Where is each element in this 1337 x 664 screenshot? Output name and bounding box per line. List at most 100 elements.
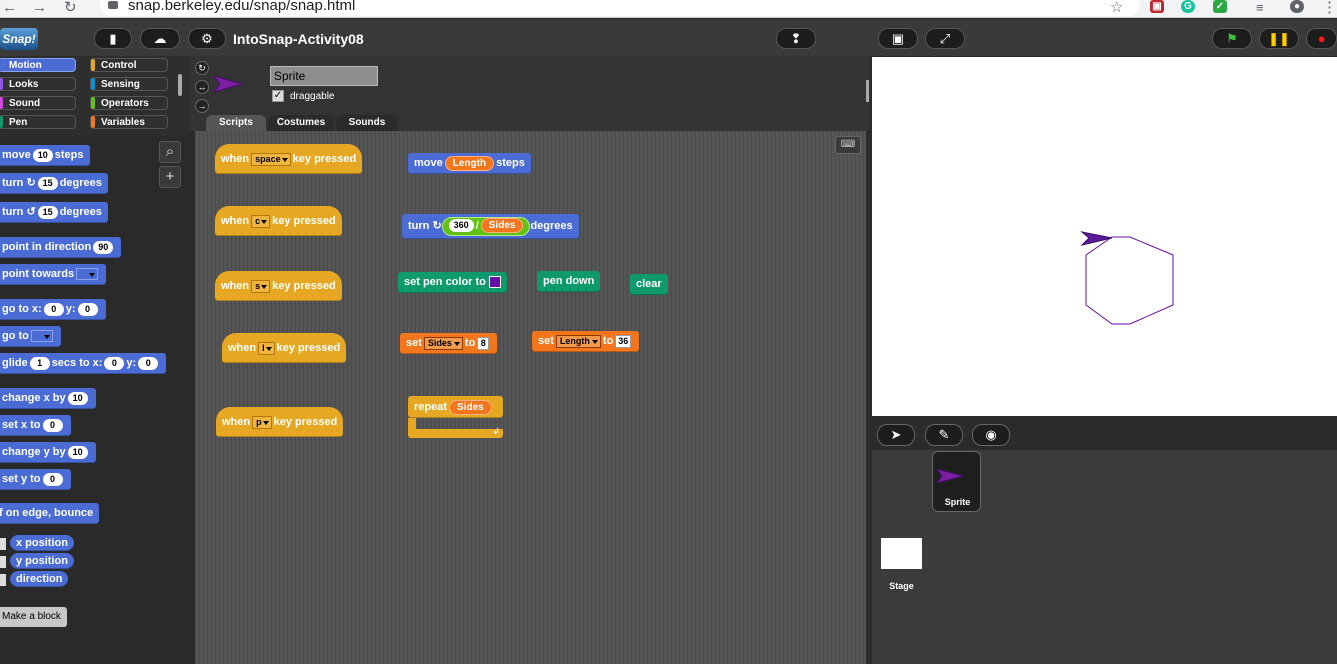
palette-glide-block[interactable]: glide 1 secs to x: 0 y: 0 [0, 353, 167, 374]
key-dropdown[interactable]: c [251, 214, 271, 228]
sprite-name-field[interactable]: Sprite [270, 66, 378, 86]
extension-shield-icon[interactable]: ▣ [1150, 0, 1164, 13]
hat-when-space-key[interactable]: when space key pressed [215, 144, 363, 174]
category-control[interactable]: Control [90, 58, 168, 72]
palette-move-block[interactable]: move 10 steps [0, 145, 90, 166]
tab-sounds[interactable]: Sounds [336, 115, 398, 131]
key-dropdown[interactable]: p [252, 415, 272, 429]
script-clear-block[interactable]: clear [630, 274, 668, 295]
variable-dropdown[interactable]: Sides [423, 336, 463, 350]
sides-variable[interactable]: Sides [480, 218, 524, 234]
block-input[interactable]: 0 [42, 472, 63, 486]
plus-icon[interactable]: + [159, 166, 181, 188]
script-set-sides-block[interactable]: set Sides to 8 [400, 333, 498, 354]
url-text[interactable]: snap.berkeley.edu/snap/snap.html [128, 0, 355, 14]
palette-point-direction-block[interactable]: point in direction 90 [0, 237, 122, 258]
palette-point-towards-block[interactable]: point towards [0, 264, 107, 285]
stage-thumbnail[interactable] [881, 538, 922, 569]
palette-set-y-block[interactable]: set y to 0 [0, 469, 71, 490]
pen-color-swatch[interactable] [488, 276, 501, 289]
sprite-corral-item[interactable]: Sprite [932, 451, 981, 512]
rotation-style-none-icon[interactable]: → [195, 99, 209, 113]
block-input[interactable]: 8 [477, 336, 490, 350]
tab-scripts[interactable]: Scripts [206, 115, 266, 131]
hat-when-l-key[interactable]: when l key pressed [222, 333, 347, 363]
checkmark-extension-icon[interactable]: ✓ [1213, 0, 1227, 13]
key-dropdown[interactable]: l [258, 341, 275, 355]
hat-when-p-key[interactable]: when p key pressed [216, 407, 344, 437]
keyboard-entry-button[interactable]: ❢ [776, 28, 816, 49]
block-dropdown[interactable] [76, 268, 99, 281]
palette-direction-reporter[interactable]: direction [10, 571, 69, 587]
block-input[interactable]: 360 [448, 219, 474, 233]
category-operators[interactable]: Operators [90, 96, 168, 110]
rotation-style-rotate-icon[interactable]: ↻ [195, 61, 209, 75]
draggable-checkbox[interactable]: ✓ [272, 90, 284, 102]
x-position-checkbox[interactable] [0, 538, 6, 550]
block-dropdown[interactable] [30, 330, 53, 343]
category-pen[interactable]: Pen [0, 115, 76, 129]
add-turtle-sprite-button[interactable]: ➤ [877, 424, 915, 446]
scripts-area[interactable]: ⌨ when space key pressed when c key pressed … [195, 131, 866, 664]
category-sound[interactable]: Sound [0, 96, 76, 110]
menu-icon[interactable]: ⋮ [1322, 0, 1337, 15]
palette-scrollbar[interactable] [178, 74, 182, 96]
category-sensing[interactable]: Sensing [90, 77, 168, 91]
star-icon[interactable]: ☆ [1110, 0, 1123, 15]
camera-sprite-button[interactable]: ◉ [972, 424, 1010, 446]
palette-change-y-block[interactable]: change y by 10 [0, 442, 96, 463]
palette-y-position-reporter[interactable]: y position [10, 553, 74, 569]
hat-when-c-key[interactable]: when c key pressed [215, 206, 342, 236]
paint-new-sprite-button[interactable]: ✎ [925, 424, 963, 446]
pause-button[interactable]: ❚❚ [1259, 28, 1299, 49]
palette-set-x-block[interactable]: set x to 0 [0, 415, 71, 436]
stage[interactable] [872, 57, 1337, 416]
block-input[interactable]: 15 [37, 205, 58, 219]
category-variables[interactable]: Variables [90, 115, 168, 129]
script-set-length-block[interactable]: set Length to 36 [532, 331, 640, 352]
palette-turn-cw-block[interactable]: turn ↻ 15 degrees [0, 173, 108, 194]
y-position-checkbox[interactable] [0, 556, 6, 568]
category-looks[interactable]: Looks [0, 77, 76, 91]
script-move-block[interactable]: move Length steps [408, 153, 531, 174]
search-icon[interactable]: ⌕ [159, 141, 181, 163]
presentation-mode-button[interactable]: ⤢ [925, 28, 965, 49]
block-input[interactable]: 0 [77, 302, 98, 316]
block-input[interactable]: 90 [93, 240, 114, 254]
palette-bounce-block[interactable]: if on edge, bounce [0, 503, 100, 524]
snap-logo[interactable]: Snap! [0, 28, 38, 50]
sides-variable[interactable]: Sides [449, 399, 492, 415]
block-input[interactable]: 0 [42, 418, 63, 432]
block-input[interactable]: 0 [138, 356, 159, 370]
block-input[interactable]: 15 [37, 176, 58, 190]
divide-operator-block[interactable]: 360/Sides [441, 216, 531, 236]
arrow-right-icon[interactable]: → [32, 0, 47, 15]
keyboard-icon[interactable]: ⌨ [835, 136, 861, 154]
palette-goto-xy-block[interactable]: go to x: 0 y: 0 [0, 299, 106, 320]
key-dropdown[interactable]: s [251, 279, 271, 293]
grammarly-icon[interactable]: G [1181, 0, 1195, 13]
script-set-pen-color-block[interactable]: set pen color to [398, 272, 507, 293]
script-repeat-block[interactable]: repeat Sides ↲ [408, 396, 503, 438]
stop-button[interactable]: ● [1306, 28, 1337, 49]
resize-handle[interactable] [866, 80, 869, 102]
direction-checkbox[interactable] [0, 574, 6, 586]
block-input[interactable]: 0 [43, 302, 64, 316]
block-input[interactable]: 10 [32, 148, 53, 162]
palette-x-position-reporter[interactable]: x position [10, 535, 74, 551]
green-flag-button[interactable]: ⚑ [1212, 28, 1252, 49]
length-variable[interactable]: Length [444, 155, 495, 171]
rotation-style-flip-icon[interactable]: ↔ [195, 80, 209, 94]
tab-costumes[interactable]: Costumes [268, 115, 334, 131]
file-menu-button[interactable]: ▮ [94, 28, 132, 49]
arrow-left-icon[interactable]: ← [2, 0, 17, 15]
reload-icon[interactable]: ↻ [64, 0, 77, 15]
settings-menu-button[interactable]: ⚙ [188, 28, 226, 49]
block-input[interactable]: 36 [615, 334, 632, 348]
block-input[interactable]: 10 [67, 445, 88, 459]
variable-dropdown[interactable]: Length [555, 334, 601, 348]
hat-when-s-key[interactable]: when s key pressed [215, 271, 342, 301]
media-queue-icon[interactable]: ≡ [1256, 0, 1264, 15]
block-input[interactable]: 1 [29, 356, 50, 370]
palette-change-x-block[interactable]: change x by 10 [0, 388, 96, 409]
